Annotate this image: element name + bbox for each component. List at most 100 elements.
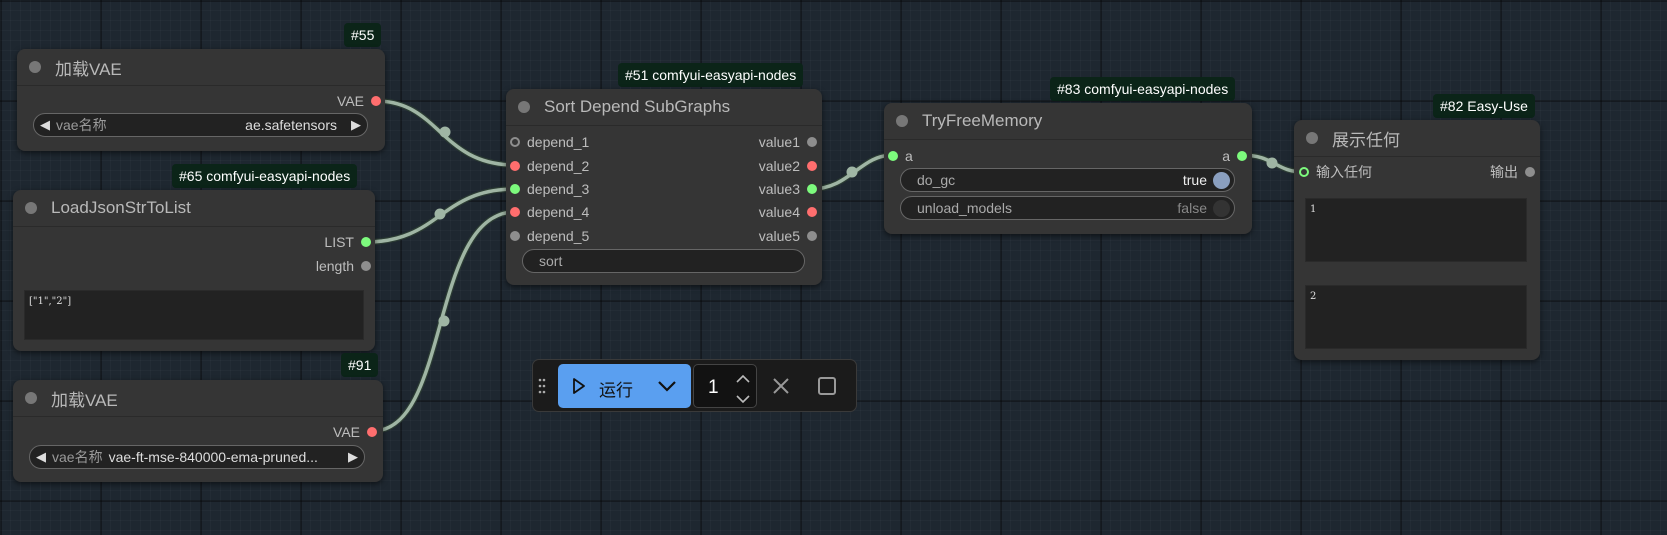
input-slot-depend-1[interactable]: depend_1 <box>510 134 590 150</box>
list-slot-dot-icon[interactable] <box>1237 151 1247 161</box>
node-header[interactable]: 加载VAE <box>17 49 385 86</box>
vae-slot-dot-icon[interactable] <box>807 207 817 217</box>
link-midpoint <box>438 315 450 327</box>
node-header[interactable]: Sort Depend SubGraphs <box>506 89 822 126</box>
node-badge: #83 comfyui-easyapi-nodes <box>1050 77 1236 101</box>
vae-name-selector[interactable]: ◀ vae名称 vae-ft-mse-840000-ema-pruned... … <box>29 445 365 469</box>
slot-label: value3 <box>758 181 800 197</box>
increment-chevron-up-icon[interactable] <box>736 371 750 389</box>
widget-label: do_gc <box>917 172 956 188</box>
node-title: 加载VAE <box>55 59 122 79</box>
vae-slot-dot-icon[interactable] <box>371 96 381 106</box>
output-slot-value1[interactable]: value1 <box>758 134 817 150</box>
node-try-free-memory[interactable]: TryFreeMemory a a do_gc true unload_mode… <box>884 103 1252 234</box>
collapse-dot-icon[interactable] <box>25 392 37 404</box>
vae-slot-dot-icon[interactable] <box>510 207 520 217</box>
slot-label: depend_2 <box>527 158 590 174</box>
chevron-down-icon[interactable] <box>657 377 677 400</box>
any-slot-dot-icon[interactable] <box>1299 167 1309 177</box>
unload-models-toggle[interactable]: unload_models false <box>900 196 1235 220</box>
slot-label: 输出 <box>1490 164 1518 180</box>
slot-label: a <box>1222 148 1230 164</box>
left-arrow-icon[interactable]: ◀ <box>34 117 56 133</box>
widget-label: vae名称 <box>56 117 107 133</box>
any-slot-dot-icon[interactable] <box>807 137 817 147</box>
node-load-json-str-to-list[interactable]: LoadJsonStrToList LIST length ["1","2"] <box>13 190 375 351</box>
length-slot-dot-icon[interactable] <box>361 261 371 271</box>
right-arrow-icon[interactable]: ▶ <box>337 117 367 133</box>
any-slot-dot-icon[interactable] <box>510 231 520 241</box>
vae-name-selector[interactable]: ◀ vae名称 ae.safetensors ▶ <box>33 113 368 137</box>
vae-slot-dot-icon[interactable] <box>367 427 377 437</box>
output-slot-value3[interactable]: value3 <box>758 181 817 197</box>
collapse-dot-icon[interactable] <box>1306 132 1318 144</box>
input-slot-depend-4[interactable]: depend_4 <box>510 204 589 220</box>
input-slot-any[interactable]: 输入任何 <box>1299 164 1372 180</box>
left-arrow-icon[interactable]: ◀ <box>30 449 52 465</box>
input-slot-depend-2[interactable]: depend_2 <box>510 158 590 174</box>
vae-slot-dot-icon[interactable] <box>510 161 520 171</box>
slot-label: depend_1 <box>527 134 590 150</box>
list-slot-dot-icon[interactable] <box>888 151 898 161</box>
any-slot-dot-icon[interactable] <box>1525 167 1535 177</box>
output-slot-value2[interactable]: value2 <box>758 158 817 174</box>
input-slot-depend-5[interactable]: depend_5 <box>510 228 589 244</box>
sort-button[interactable]: sort <box>522 249 805 273</box>
widget-value: true <box>1182 172 1207 188</box>
do-gc-toggle[interactable]: do_gc true <box>900 168 1235 192</box>
run-queue-button[interactable]: 运行 <box>558 364 691 408</box>
output-slot-length[interactable]: length <box>316 258 371 274</box>
close-icon[interactable] <box>772 377 790 400</box>
run-label: 运行 <box>599 381 633 400</box>
collapse-dot-icon[interactable] <box>518 101 530 113</box>
node-badge: #65 comfyui-easyapi-nodes <box>172 164 358 188</box>
output-slot-list[interactable]: LIST <box>324 234 371 250</box>
run-toolbar: 运行 1 <box>532 359 857 412</box>
any-slot-dot-icon[interactable] <box>807 231 817 241</box>
slot-label: a <box>905 148 913 164</box>
node-header[interactable]: TryFreeMemory <box>884 103 1252 140</box>
input-slot-a[interactable]: a <box>888 148 913 164</box>
node-title: TryFreeMemory <box>922 111 1043 130</box>
node-header[interactable]: LoadJsonStrToList <box>13 190 375 227</box>
right-arrow-icon[interactable]: ▶ <box>342 449 364 465</box>
stop-icon[interactable] <box>817 376 837 401</box>
any-slot-dot-icon[interactable] <box>510 137 520 147</box>
output-slot-any[interactable]: 输出 <box>1490 164 1535 180</box>
node-show-any[interactable]: 展示任何 输入任何 输出 1 2 <box>1294 120 1540 360</box>
slot-label: value2 <box>758 158 800 174</box>
input-slot-depend-3[interactable]: depend_3 <box>510 181 590 197</box>
collapse-dot-icon[interactable] <box>896 115 908 127</box>
list-slot-dot-icon[interactable] <box>361 237 371 247</box>
batch-count-stepper[interactable]: 1 <box>693 364 757 408</box>
toggle-on-icon[interactable] <box>1213 171 1230 189</box>
output-slot-a[interactable]: a <box>1222 148 1247 164</box>
display-text-area[interactable]: 2 <box>1305 285 1527 349</box>
node-load-vae-top[interactable]: 加载VAE VAE ◀ vae名称 ae.safetensors ▶ <box>17 49 385 151</box>
json-text-area[interactable]: ["1","2"] <box>24 290 364 340</box>
node-load-vae-bottom[interactable]: 加载VAE VAE ◀ vae名称 vae-ft-mse-840000-ema-… <box>13 380 383 482</box>
link-midpoint <box>846 166 858 178</box>
decrement-chevron-down-icon[interactable] <box>736 391 750 409</box>
vae-slot-dot-icon[interactable] <box>807 161 817 171</box>
node-sort-depend-subgraphs[interactable]: Sort Depend SubGraphs depend_1 depend_2 … <box>506 89 822 285</box>
collapse-dot-icon[interactable] <box>29 61 41 73</box>
node-header[interactable]: 展示任何 <box>1294 120 1540 157</box>
batch-count-value[interactable]: 1 <box>708 377 719 399</box>
drag-handle-icon[interactable] <box>538 378 546 394</box>
display-text-area[interactable]: 1 <box>1305 198 1527 262</box>
link-midpoint <box>1266 157 1278 169</box>
toggle-off-icon[interactable] <box>1213 199 1230 217</box>
sort-label: sort <box>539 253 563 269</box>
slot-label: depend_3 <box>527 181 590 197</box>
output-slot-vae[interactable]: VAE <box>337 93 381 109</box>
collapse-dot-icon[interactable] <box>25 202 37 214</box>
output-slot-value4[interactable]: value4 <box>759 204 817 220</box>
output-slot-value5[interactable]: value5 <box>759 228 817 244</box>
slot-label: value1 <box>758 134 800 150</box>
node-title: Sort Depend SubGraphs <box>544 97 731 116</box>
node-header[interactable]: 加载VAE <box>13 380 383 417</box>
list-slot-dot-icon[interactable] <box>510 184 520 194</box>
output-slot-vae[interactable]: VAE <box>333 424 377 440</box>
list-slot-dot-icon[interactable] <box>807 184 817 194</box>
